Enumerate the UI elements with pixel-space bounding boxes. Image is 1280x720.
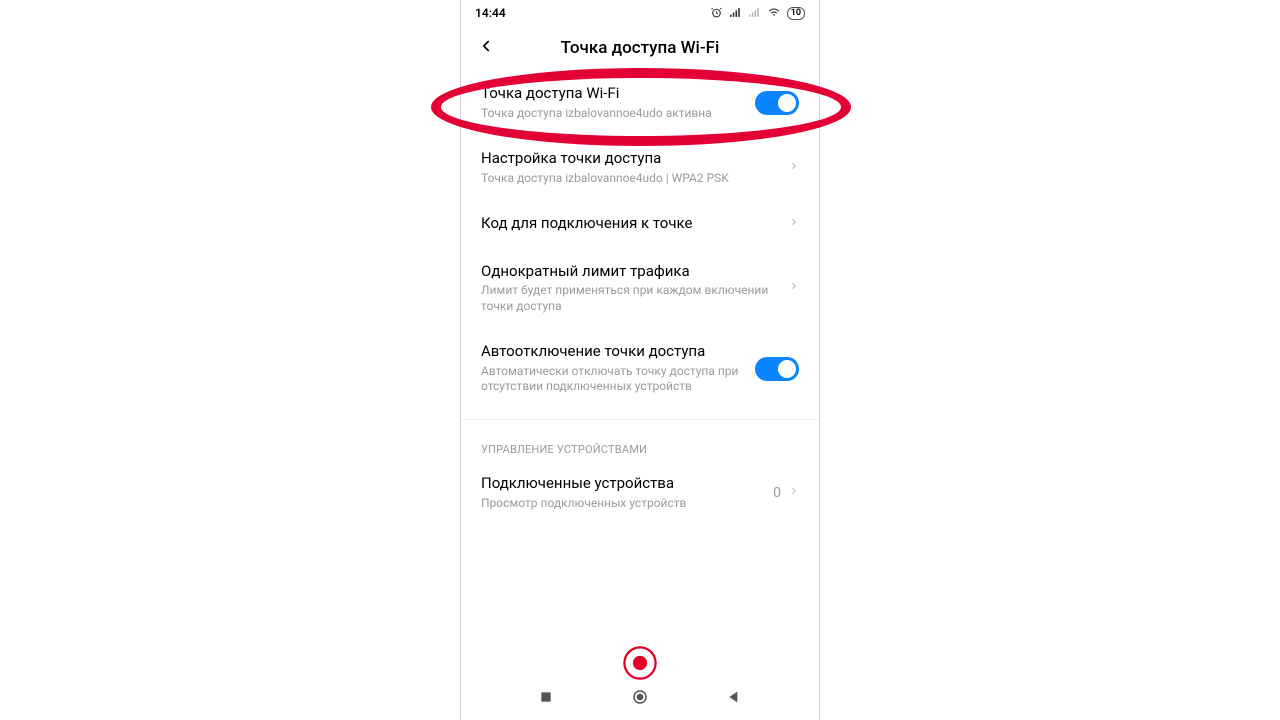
status-bar: 14:44 10 [461,0,819,26]
auto-off-title: Автоотключение точки доступа [481,342,745,362]
section-divider [461,419,819,433]
battery-level: 10 [791,9,801,18]
hotspot-toggle-title: Точка доступа Wi-Fi [481,84,745,104]
alarm-icon [710,6,723,21]
device-management-header: УПРАВЛЕНИЕ УСТРОЙСТВАМИ [461,433,819,460]
header-bar: Точка доступа Wi-Fi [461,26,819,70]
chevron-right-icon [789,279,799,297]
connected-devices-sub: Просмотр подключенных устройств [481,496,763,512]
qr-code-row[interactable]: Код для подключения к точке [461,200,819,248]
settings-list: Точка доступа Wi-Fi Точка доступа izbalo… [461,70,819,678]
auto-off-sub: Автоматически отключать точку доступа пр… [481,364,745,395]
wifi-icon [767,5,781,21]
navigation-bar [461,678,819,720]
auto-off-row[interactable]: Автоотключение точки доступа Автоматичес… [461,328,819,409]
qr-code-title: Код для подключения к точке [481,214,779,234]
status-time: 14:44 [475,6,506,20]
page-title: Точка доступа Wi-Fi [461,38,819,58]
auto-off-toggle-switch[interactable] [755,357,799,381]
signal-icon [729,6,742,21]
hotspot-setup-title: Настройка точки доступа [481,149,779,169]
status-icons-group: 10 [710,5,805,21]
nav-home-button[interactable] [631,688,649,710]
hotspot-setup-sub: Точка доступа izbalovannoe4udo | WPA2 PS… [481,171,779,187]
one-time-limit-sub: Лимит будет применяться при каждом включ… [481,283,779,314]
connected-devices-count: 0 [773,485,781,501]
one-time-limit-row[interactable]: Однократный лимит трафика Лимит будет пр… [461,248,819,329]
nav-recent-apps-button[interactable] [538,689,554,709]
record-indicator-icon [623,646,657,680]
chevron-right-icon [789,215,799,233]
phone-screen: 14:44 10 Точка доступа Wi-Fi [460,0,820,720]
signal-secondary-icon [748,6,761,21]
chevron-right-icon [789,159,799,177]
connected-devices-row[interactable]: Подключенные устройства Просмотр подключ… [461,460,819,525]
hotspot-toggle-row[interactable]: Точка доступа Wi-Fi Точка доступа izbalo… [461,70,819,135]
nav-back-button[interactable] [726,689,742,709]
battery-icon: 10 [787,7,805,20]
one-time-limit-title: Однократный лимит трафика [481,262,779,282]
hotspot-toggle-switch[interactable] [755,91,799,115]
connected-devices-title: Подключенные устройства [481,474,763,494]
chevron-right-icon [789,484,799,502]
hotspot-setup-row[interactable]: Настройка точки доступа Точка доступа iz… [461,135,819,200]
hotspot-toggle-sub: Точка доступа izbalovannoe4udo активна [481,106,745,122]
